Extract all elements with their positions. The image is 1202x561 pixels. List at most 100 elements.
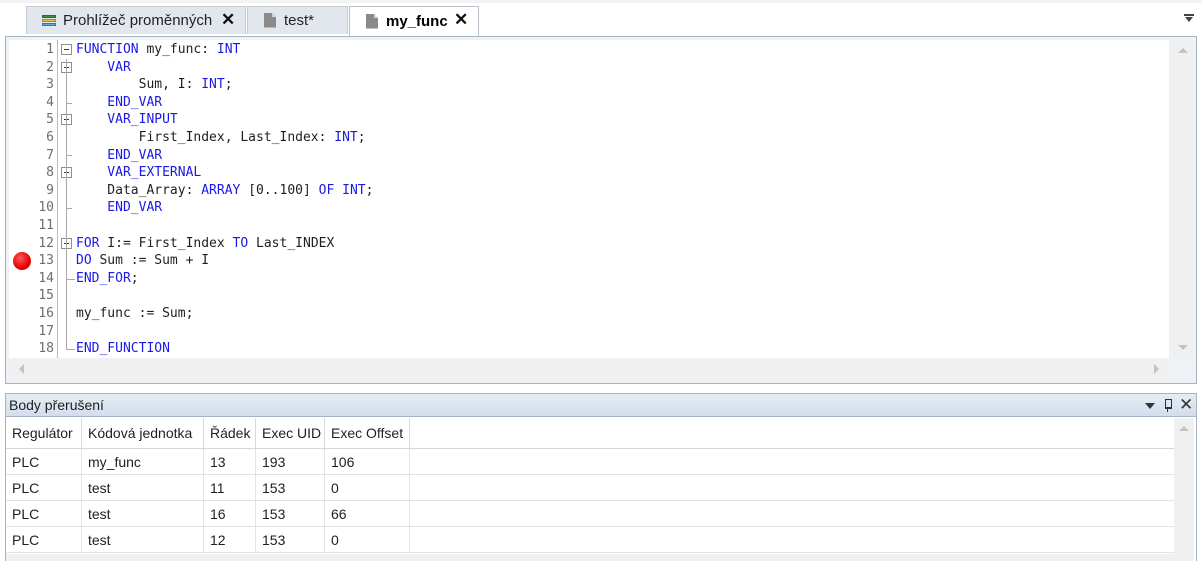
panel-header: Body přerušení ✕ — [6, 394, 1196, 417]
code-token: my_func := Sum; — [76, 306, 194, 321]
code-line[interactable]: 11 — [9, 217, 1169, 235]
fold-end-marker — [66, 278, 75, 280]
table-row[interactable]: PLC my_func 13 193 106 — [6, 449, 1174, 475]
code-text: my_func := Sum; — [76, 305, 193, 323]
tab-my-func[interactable]: my_func ✕ — [349, 6, 479, 36]
code-line[interactable]: 10 END_VAR — [9, 199, 1169, 217]
table-cell: 12 — [204, 527, 256, 552]
code-text: END_VAR — [76, 199, 162, 217]
code-line[interactable]: 2 VAR — [9, 59, 1169, 77]
code-line[interactable]: 1 FUNCTION my_func: INT — [9, 41, 1169, 59]
line-number: 2 — [46, 59, 54, 75]
pin-icon[interactable] — [1161, 397, 1175, 413]
scroll-right-icon[interactable] — [1154, 364, 1159, 374]
scroll-down-icon[interactable] — [1178, 345, 1188, 350]
code-text: FUNCTION my_func: INT — [76, 41, 240, 59]
code-line[interactable]: 18 END_FUNCTION — [9, 340, 1169, 358]
column-header[interactable]: Exec UID — [256, 418, 325, 448]
scroll-left-icon[interactable] — [19, 364, 24, 374]
table-vertical-scrollbar[interactable] — [1174, 418, 1194, 561]
line-number: 4 — [46, 94, 54, 110]
editor-vertical-scrollbar[interactable] — [1173, 40, 1193, 358]
code-token: ; — [130, 270, 139, 286]
ide-window: Prohlížeč proměnných ✕ test* my_func ✕ 1… — [0, 0, 1202, 561]
document-icon — [364, 13, 380, 30]
code-editor-frame: 1 FUNCTION my_func: INT 2 VAR 3 Sum, I: INT… — [5, 36, 1197, 384]
fold-toggle-icon[interactable] — [61, 44, 72, 55]
keyword-token: VAR_INPUT — [76, 112, 178, 128]
column-header[interactable]: Exec Offset — [325, 418, 410, 448]
code-line[interactable]: 6 First_Index, Last_Index: INT; — [9, 129, 1169, 147]
column-header[interactable]: Kódová jednotka — [82, 418, 204, 448]
line-number: 12 — [38, 235, 54, 251]
line-number: 8 — [46, 165, 54, 181]
code-token: my_func: — [138, 42, 217, 57]
tab-variable-viewer[interactable]: Prohlížeč proměnných ✕ — [26, 6, 246, 34]
code-line[interactable]: 3 Sum, I: INT; — [9, 76, 1169, 94]
keyword-token: DO — [76, 253, 92, 269]
keyword-token: FUNCTION — [76, 42, 139, 57]
code-line[interactable]: 9 Data_Array: ARRAY [0..100] OF INT; — [9, 182, 1169, 200]
code-line[interactable]: 8 VAR_EXTERNAL — [9, 164, 1169, 182]
tab-test[interactable]: test* — [247, 6, 348, 34]
code-line[interactable]: 12 FOR I:= First_Index TO Last_INDEX — [9, 235, 1169, 253]
code-text: Sum, I: INT; — [76, 76, 233, 94]
code-line[interactable]: 13 DO Sum := Sum + I — [9, 252, 1169, 270]
fold-guide-line — [66, 181, 67, 209]
code-line[interactable]: 7 END_VAR — [9, 147, 1169, 165]
keyword-token: END_VAR — [76, 94, 163, 110]
fold-end-marker — [66, 155, 72, 157]
table-row[interactable]: PLC test 16 153 66 — [6, 501, 1174, 527]
line-number: 3 — [46, 77, 54, 93]
keyword-token: INT — [334, 130, 358, 145]
table-horizontal-scrollbar[interactable] — [6, 554, 1176, 561]
code-line[interactable]: 17 — [9, 323, 1169, 341]
panel-title: Body přerušení — [9, 397, 104, 413]
code-text: FOR I:= First_Index TO Last_INDEX — [76, 235, 334, 253]
tab-list-dropdown-icon[interactable] — [1184, 14, 1194, 22]
table-row[interactable]: PLC test 11 153 0 — [6, 475, 1174, 501]
table-cell: 13 — [204, 449, 256, 474]
column-header[interactable]: Řádek — [204, 418, 256, 448]
code-line[interactable]: 4 END_VAR — [9, 94, 1169, 112]
scroll-up-icon[interactable] — [1178, 48, 1188, 53]
code-text: VAR — [76, 59, 131, 77]
code-text: END_VAR — [76, 147, 162, 165]
table-cell: 11 — [204, 475, 256, 500]
line-number: 6 — [46, 130, 54, 145]
code-text: END_VAR — [76, 94, 162, 112]
line-number: 7 — [46, 147, 54, 163]
tab-label: Prohlížeč proměnných — [63, 12, 213, 29]
fold-end-marker — [66, 349, 75, 350]
keyword-token: VAR_EXTERNAL — [76, 165, 202, 181]
table-cell: 16 — [204, 501, 256, 526]
keyword-token: END_VAR — [76, 200, 163, 216]
breakpoint-icon[interactable] — [13, 251, 31, 270]
code-text: VAR_INPUT — [76, 111, 178, 129]
panel-menu-dropdown-icon[interactable] — [1143, 397, 1157, 413]
keyword-token: VAR — [76, 59, 131, 75]
close-icon[interactable]: ✕ — [454, 11, 468, 28]
code-line[interactable]: 5 VAR_INPUT — [9, 111, 1169, 129]
close-icon[interactable]: ✕ — [221, 11, 235, 28]
table-cell: test — [82, 475, 204, 500]
keyword-token: FOR — [76, 235, 100, 251]
column-header[interactable]: Regulátor — [6, 418, 82, 448]
code-line[interactable]: 14 END_FOR; — [9, 270, 1169, 288]
fold-end-marker — [66, 208, 72, 210]
table-row[interactable]: PLC test 12 153 0 — [6, 527, 1174, 553]
code-line[interactable]: 15 — [9, 287, 1169, 305]
table-cell: my_func — [82, 449, 204, 474]
line-number: 5 — [46, 112, 54, 128]
code-token: [0..100] — [240, 182, 319, 198]
table-cell: 153 — [256, 501, 325, 526]
code-token: ; — [365, 182, 374, 198]
code-line[interactable]: 16 my_func := Sum; — [9, 305, 1169, 323]
close-icon[interactable]: ✕ — [1179, 397, 1193, 414]
code-editor[interactable]: 1 FUNCTION my_func: INT 2 VAR 3 Sum, I: INT… — [9, 40, 1169, 358]
table-header-row: Regulátor Kódová jednotka Řádek Exec UID Exe… — [6, 418, 1174, 449]
editor-horizontal-scrollbar[interactable] — [9, 359, 1169, 379]
scroll-up-icon[interactable] — [1179, 426, 1189, 431]
keyword-token: OF — [318, 182, 335, 198]
line-number: 14 — [38, 270, 54, 286]
